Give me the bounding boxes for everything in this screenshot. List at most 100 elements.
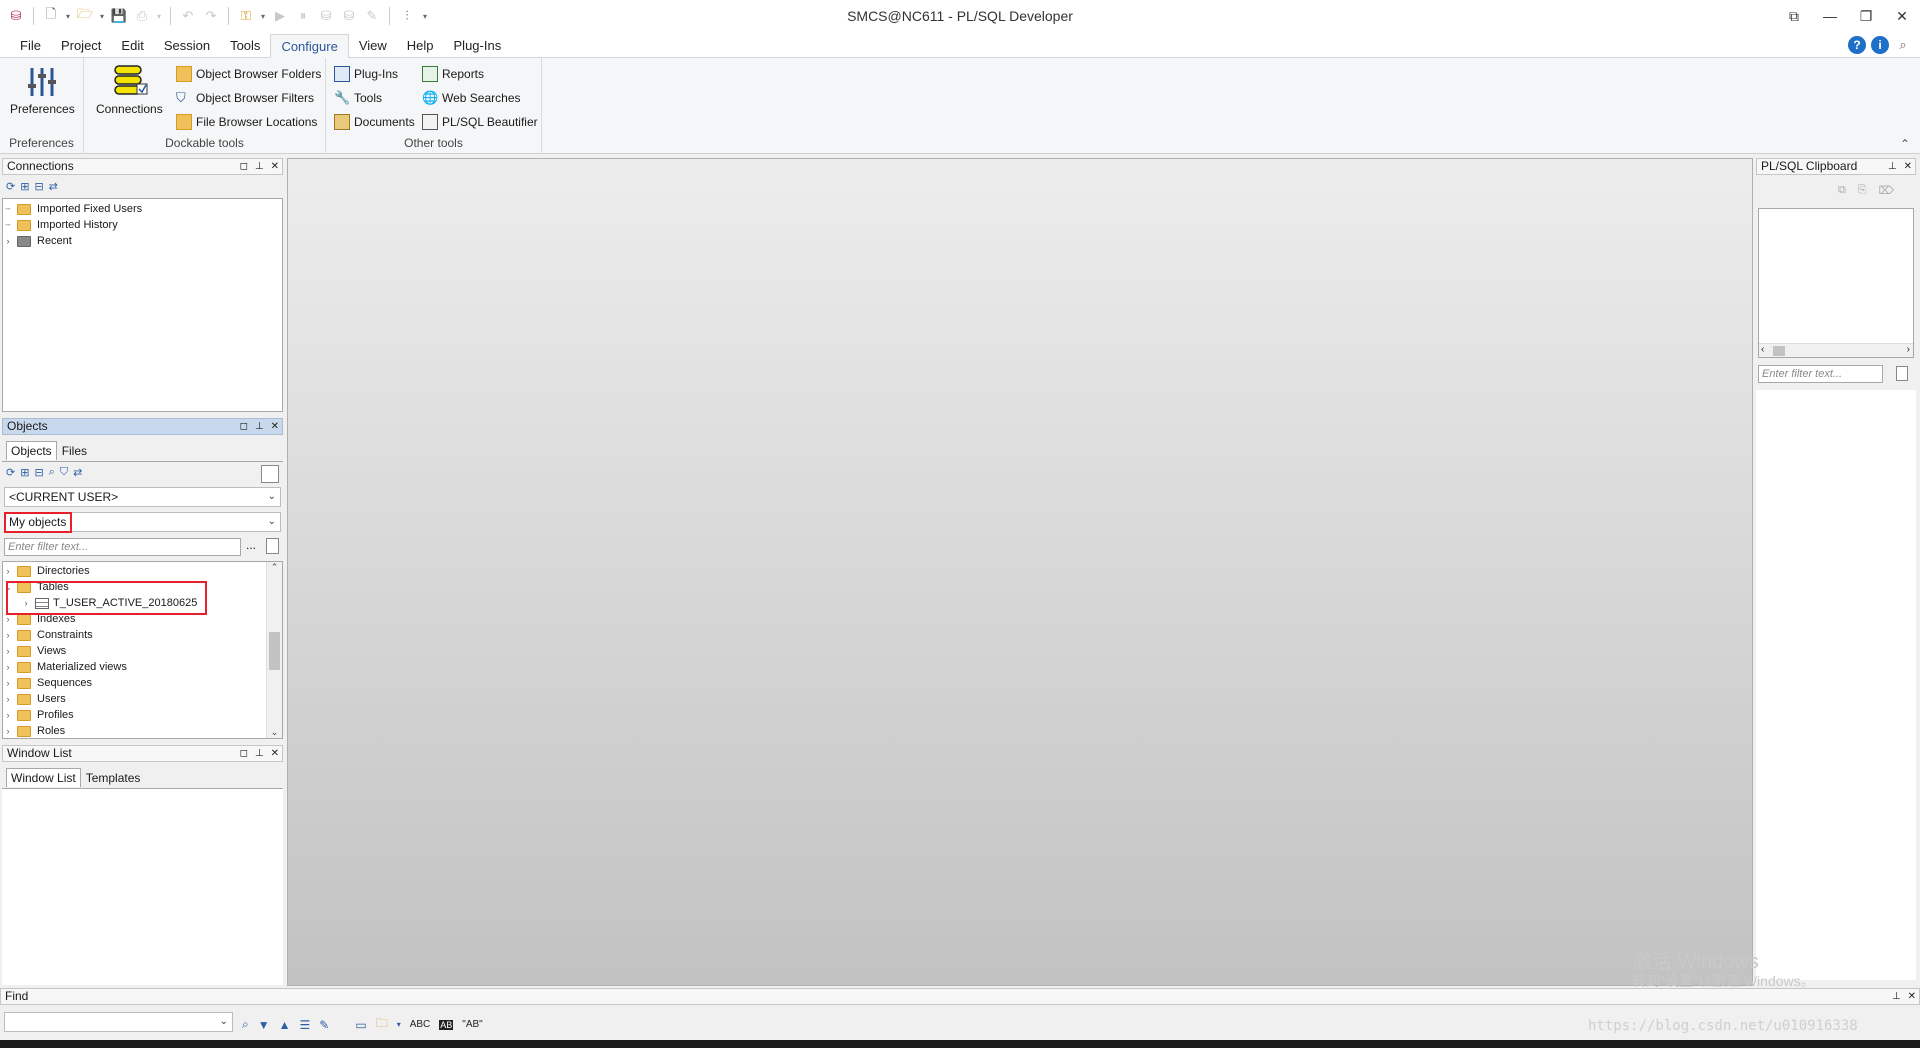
tools-button[interactable]: 🔧 Tools — [334, 88, 382, 108]
clipboard-filter-input[interactable]: Enter filter text... — [1758, 365, 1883, 383]
float-icon[interactable]: ◻ — [240, 419, 248, 434]
tab-session[interactable]: Session — [154, 34, 220, 58]
tree-item[interactable]: › Users — [3, 691, 66, 707]
tab-help[interactable]: Help — [397, 34, 444, 58]
collapse-all-icon[interactable]: ⊟ — [34, 466, 43, 479]
whole-word-icon[interactable]: AB — [439, 1019, 454, 1030]
file-browser-locations-button[interactable]: File Browser Locations — [176, 112, 317, 132]
tree-item[interactable]: › Views — [3, 643, 67, 659]
scroll-up-icon[interactable]: ⌃ — [267, 562, 282, 573]
user-dropdown[interactable]: <CURRENT USER> ⌄ — [4, 487, 281, 507]
tree-item[interactable]: › Roles — [3, 723, 66, 738]
expand-icon[interactable]: › — [3, 662, 13, 672]
highlight-icon[interactable]: ✎ — [319, 1018, 329, 1032]
scroll-left-icon[interactable]: ‹ — [1761, 344, 1764, 355]
list-icon[interactable]: ☰ — [300, 1018, 311, 1032]
expand-icon[interactable]: › — [3, 710, 13, 720]
object-browser-folders-button[interactable]: Object Browser Folders — [176, 64, 321, 84]
tab-project[interactable]: Project — [51, 34, 111, 58]
reports-button[interactable]: Reports — [422, 64, 484, 84]
float-icon[interactable]: ◻ — [240, 159, 248, 174]
plugins-button[interactable]: Plug-Ins — [334, 64, 398, 84]
expand-icon[interactable]: › — [3, 566, 13, 576]
find-icon[interactable]: ⌕ — [49, 466, 55, 479]
binoculars-icon[interactable]: ⌕ — [242, 1017, 249, 1032]
clear-clipboard-icon[interactable]: ⌦ — [1879, 184, 1895, 197]
new-filter-icon[interactable] — [266, 538, 279, 554]
tab-configure[interactable]: Configure — [270, 34, 349, 59]
connections-button[interactable]: Connections — [96, 64, 163, 116]
tab-files[interactable]: Files — [57, 441, 92, 460]
find-next-icon[interactable]: ▼ — [258, 1018, 270, 1032]
tab-tools[interactable]: Tools — [220, 34, 270, 58]
expand-all-icon[interactable]: ⊞ — [20, 466, 29, 479]
tab-view[interactable]: View — [349, 34, 397, 58]
tree-item[interactable]: › Materialized views — [3, 659, 127, 675]
collapse-ribbon-icon[interactable]: ⌃ — [1900, 137, 1910, 151]
folder-icon[interactable]: 🗀 — [376, 1014, 388, 1035]
tree-item[interactable]: › Directories — [3, 563, 90, 579]
pin-icon[interactable]: ⊥ — [255, 159, 264, 174]
maximize-button[interactable]: ❐ — [1848, 0, 1884, 32]
web-searches-button[interactable]: 🌐 Web Searches — [422, 88, 521, 108]
pin-icon[interactable]: ⊥ — [1892, 989, 1901, 1004]
object-filter-input[interactable]: Enter filter text... — [4, 538, 241, 556]
match-case-icon[interactable]: ABC — [410, 1019, 431, 1030]
tab-plugins[interactable]: Plug-Ins — [444, 34, 512, 58]
documents-button[interactable]: Documents — [334, 112, 415, 132]
scroll-right-icon[interactable]: › — [1907, 344, 1910, 355]
tree-item[interactable]: › Profiles — [3, 707, 74, 723]
expand-icon[interactable]: › — [3, 646, 13, 656]
tab-window-list[interactable]: Window List — [6, 768, 81, 787]
close-icon[interactable]: ✕ — [1904, 159, 1912, 174]
close-icon[interactable]: ✕ — [1908, 989, 1916, 1004]
restore-layout-icon[interactable]: ⧉ — [1776, 0, 1812, 32]
close-icon[interactable]: ✕ — [271, 746, 279, 761]
scrollbar-thumb[interactable] — [269, 632, 280, 670]
tab-edit[interactable]: Edit — [111, 34, 153, 58]
filter-icon[interactable]: ⛉ — [60, 466, 68, 479]
options-icon[interactable]: ⇄ — [73, 466, 82, 479]
expand-icon[interactable]: › — [3, 614, 13, 624]
pin-icon[interactable]: ⊥ — [255, 419, 264, 434]
dropdown-icon[interactable]: ▾ — [397, 1020, 401, 1029]
close-button[interactable]: ✕ — [1884, 0, 1920, 32]
expand-icon[interactable]: › — [3, 630, 13, 640]
find-input[interactable]: ⌄ — [4, 1012, 233, 1032]
tree-item[interactable]: › Constraints — [3, 627, 93, 643]
expand-icon[interactable]: › — [3, 236, 13, 246]
filter-options-button[interactable]: ... — [246, 538, 256, 552]
close-icon[interactable]: ✕ — [271, 419, 279, 434]
tree-item[interactable]: ┈ Imported Fixed Users — [3, 201, 142, 217]
expand-icon[interactable]: › — [3, 694, 13, 704]
expand-all-icon[interactable]: ⊞ — [20, 180, 29, 193]
info-icon[interactable]: i — [1871, 36, 1889, 54]
collapse-all-icon[interactable]: ⊟ — [34, 180, 43, 193]
beautifier-button[interactable]: PL/SQL Beautifier — [422, 112, 538, 132]
window-icon[interactable]: ▭ — [355, 1018, 366, 1032]
toggle-checkbox[interactable] — [261, 465, 279, 483]
scrollbar-thumb[interactable] — [1773, 346, 1785, 356]
float-icon[interactable]: ◻ — [240, 746, 248, 761]
expand-icon[interactable]: › — [3, 678, 13, 688]
connection-options-icon[interactable]: ⇄ — [49, 180, 58, 193]
expand-icon[interactable]: › — [3, 726, 13, 736]
tree-item[interactable]: › Sequences — [3, 675, 93, 691]
scroll-down-icon[interactable]: ⌄ — [267, 727, 282, 738]
paste-icon[interactable]: ⎘ — [1858, 184, 1867, 197]
tab-templates[interactable]: Templates — [81, 768, 146, 787]
search-window-icon[interactable]: ⌕ — [1894, 36, 1912, 54]
tab-file[interactable]: File — [10, 34, 51, 58]
tree-item[interactable]: › Recent — [3, 233, 72, 249]
find-previous-icon[interactable]: ▲ — [279, 1018, 291, 1032]
pin-icon[interactable]: ⊥ — [255, 746, 264, 761]
copy-icon[interactable]: ⧉ — [1838, 184, 1846, 197]
help-icon[interactable]: ? — [1848, 36, 1866, 54]
object-browser-filters-button[interactable]: ⛉ Object Browser Filters — [176, 88, 314, 108]
horizontal-scrollbar[interactable]: ‹ › — [1759, 343, 1913, 357]
tree-item[interactable]: ┈ Imported History — [3, 217, 117, 233]
regex-icon[interactable]: "AB" — [462, 1019, 482, 1030]
scrollbar[interactable]: ⌃ ⌄ — [266, 562, 282, 738]
close-icon[interactable]: ✕ — [271, 159, 279, 174]
preferences-button[interactable]: Preferences — [10, 64, 75, 116]
